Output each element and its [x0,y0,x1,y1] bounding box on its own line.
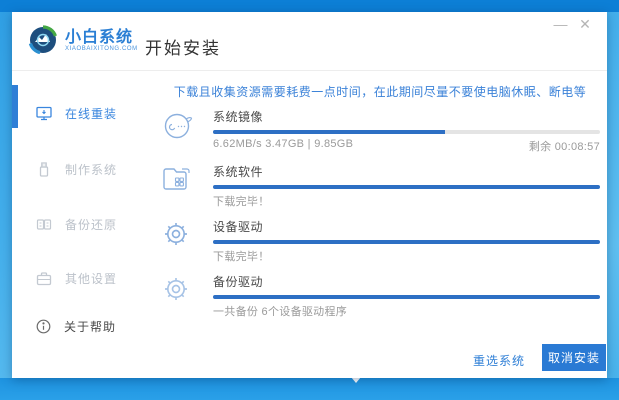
sidebar-item-label: 关于帮助 [64,318,116,335]
task-label: 系统软件 [213,163,600,180]
installer-window: — ✕ 小白系统 XIAOBAIXITONG.COM 开始安装 [12,12,607,378]
brand-domain: XIAOBAIXITONG.COM [65,46,138,52]
info-circle-icon [36,319,51,334]
sidebar-active-indicator [12,85,18,128]
task-row-system-image: 系统镜像 6.62MB/s 3.47GB | 9.85GB 剩余 00:08:5… [162,108,600,154]
sidebar-item-about-help[interactable]: 关于帮助 [36,318,116,335]
progress-fill [213,185,600,189]
cancel-install-button[interactable]: 取消安装 [542,344,606,371]
brand-logo-icon [28,25,58,55]
gear-icon [162,218,198,264]
usb-drive-icon [36,162,52,177]
progress-fill [213,240,600,244]
progress-fill [213,130,445,134]
download-notice: 下载且收集资源需要耗费一点时间，在此期间尽量不要使电脑休眠、断电等 [160,83,600,100]
folder-apps-icon [162,163,198,209]
mascot-face-icon [162,108,198,154]
task-label: 系统镜像 [213,108,600,125]
sidebar-item-label: 在线重装 [65,105,117,122]
close-button[interactable]: ✕ [575,16,595,33]
sidebar-item-backup-restore[interactable]: 备份还原 [36,216,117,233]
sidebar-item-label: 制作系统 [65,161,117,178]
monitor-icon [36,106,52,121]
progress-bar [213,130,600,134]
progress-fill [213,295,600,299]
sidebar-item-online-reinstall[interactable]: 在线重装 [36,105,117,122]
progress-bar [213,295,600,299]
task-detail-left: 下载完毕！ [213,193,270,209]
desktop-background-top [0,0,619,12]
desktop-background-bottom [0,378,619,400]
backup-grid-icon [36,217,52,232]
page-title: 开始安装 [145,34,221,59]
task-row-system-software: 系统软件 下载完毕！ [162,163,600,209]
sidebar-item-label: 其他设置 [65,270,117,287]
progress-bar [213,185,600,189]
briefcase-icon [36,271,52,286]
task-detail-right: 剩余 00:08:57 [529,138,600,154]
task-detail-left: 一共备份 6个设备驱动程序 [213,303,347,319]
minimize-button[interactable]: — [551,16,571,32]
task-row-device-driver: 设备驱动 下载完毕！ [162,218,600,264]
progress-bar [213,240,600,244]
task-list: 系统镜像 6.62MB/s 3.47GB | 9.85GB 剩余 00:08:5… [162,108,600,328]
brand-logo: 小白系统 XIAOBAIXITONG.COM [28,25,138,55]
sidebar-item-other-settings[interactable]: 其他设置 [36,270,117,287]
window-controls: — ✕ [551,16,595,34]
gear-icon [162,273,198,319]
header-divider [12,70,607,71]
task-detail-left: 6.62MB/s 3.47GB | 9.85GB [213,138,353,154]
sidebar-item-make-system[interactable]: 制作系统 [36,161,117,178]
task-label: 设备驱动 [213,218,600,235]
brand-name: 小白系统 [65,29,138,46]
task-row-backup-driver: 备份驱动 一共备份 6个设备驱动程序 [162,273,600,319]
task-label: 备份驱动 [213,273,600,290]
task-detail-left: 下载完毕！ [213,248,270,264]
sidebar-item-label: 备份还原 [65,216,117,233]
reselect-system-link[interactable]: 重选系统 [473,352,525,369]
